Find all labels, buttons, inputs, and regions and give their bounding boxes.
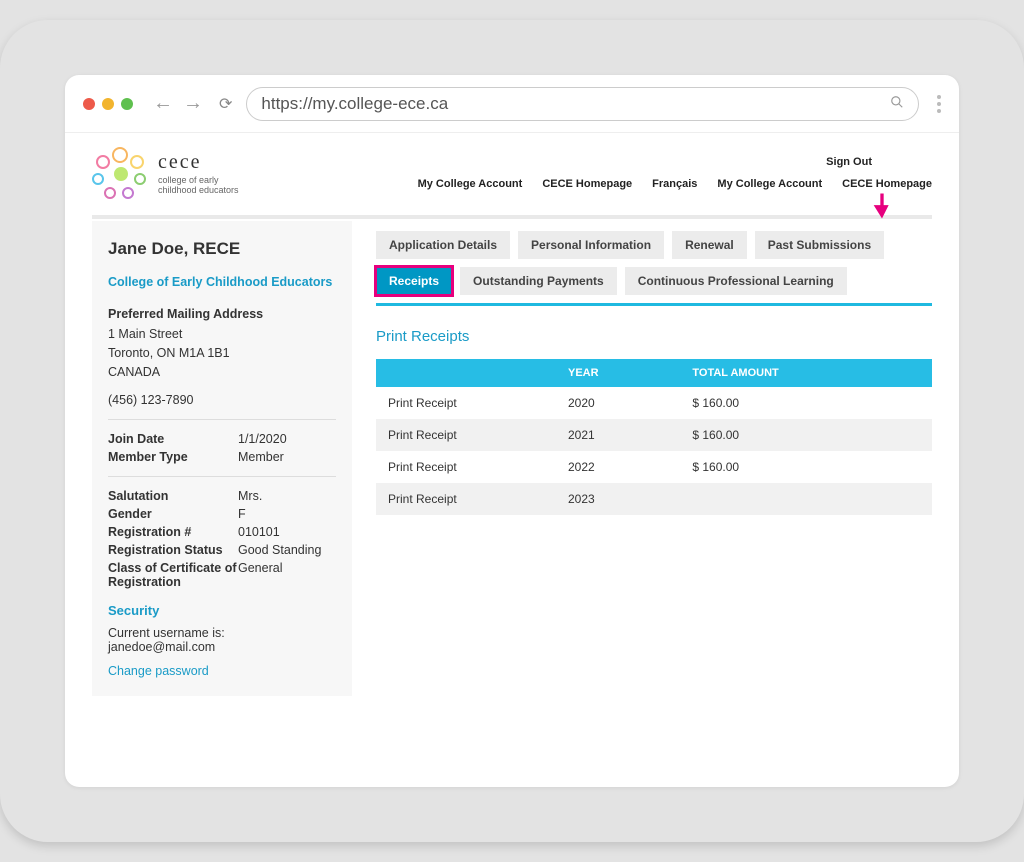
browser-toolbar: ← → ⟳ https://my.college-ece.ca <box>65 75 959 133</box>
content-row: Jane Doe, RECE College of Early Childhoo… <box>92 221 932 696</box>
table-row: Print Receipt2021$ 160.00 <box>376 419 932 451</box>
receipt-amount: $ 160.00 <box>680 419 932 451</box>
window-controls <box>83 98 133 110</box>
logo[interactable]: cece college of early childhood educator… <box>92 145 248 201</box>
member-type-value: Member <box>238 450 336 464</box>
top-navigation: Sign Out My College Account CECE Homepage… <box>266 156 932 190</box>
security-heading[interactable]: Security <box>108 603 336 618</box>
receipts-table: YEAR TOTAL AMOUNT Print Receipt2020$ 160… <box>376 359 932 515</box>
member-type-label: Member Type <box>108 450 238 464</box>
url-text: https://my.college-ece.ca <box>261 94 448 114</box>
minimize-window-icon[interactable] <box>102 98 114 110</box>
browser-window: ← → ⟳ https://my.college-ece.ca <box>65 75 959 787</box>
address-line1: 1 Main Street <box>108 325 336 344</box>
print-receipt-link[interactable]: Print Receipt <box>376 483 556 515</box>
section-title: Print Receipts <box>376 328 932 345</box>
table-row: Print Receipt2022$ 160.00 <box>376 451 932 483</box>
receipt-amount: $ 160.00 <box>680 387 932 419</box>
join-date-label: Join Date <box>108 432 238 446</box>
member-name: Jane Doe, RECE <box>108 239 336 259</box>
tab-past-submissions[interactable]: Past Submissions <box>755 231 884 259</box>
print-receipt-link[interactable]: Print Receipt <box>376 387 556 419</box>
back-button[interactable]: ← <box>151 92 175 115</box>
regnum-value: 010101 <box>238 525 336 539</box>
page-viewport: cece college of early childhood educator… <box>65 133 959 787</box>
address-block: 1 Main Street Toronto, ON M1A 1B1 CANADA <box>108 325 336 381</box>
username-label: Current username is: <box>108 626 336 640</box>
topnav-link[interactable]: My College Account <box>717 178 822 190</box>
regstatus-label: Registration Status <box>108 543 238 557</box>
receipt-year: 2021 <box>556 419 680 451</box>
phone-number: (456) 123-7890 <box>108 393 336 407</box>
address-country: CANADA <box>108 363 336 382</box>
topnav-link[interactable]: CECE Homepage <box>842 178 932 190</box>
salutation-label: Salutation <box>108 489 238 503</box>
gender-label: Gender <box>108 507 238 521</box>
tab-continuous-professional-learning[interactable]: Continuous Professional Learning <box>625 267 847 295</box>
receipt-year: 2020 <box>556 387 680 419</box>
logo-text: cece college of early childhood educator… <box>158 151 248 196</box>
salutation-value: Mrs. <box>238 489 336 503</box>
username-value: janedoe@mail.com <box>108 640 336 654</box>
table-row: Print Receipt2023 <box>376 483 932 515</box>
member-sidebar: Jane Doe, RECE College of Early Childhoo… <box>92 221 352 696</box>
close-window-icon[interactable] <box>83 98 95 110</box>
device-frame: ← → ⟳ https://my.college-ece.ca <box>0 20 1024 842</box>
highlight-arrow-icon <box>872 193 892 226</box>
class-label: Class of Certificate of Registration <box>108 561 238 589</box>
receipt-year: 2022 <box>556 451 680 483</box>
logo-icon <box>92 145 148 201</box>
tab-renewal[interactable]: Renewal <box>672 231 747 259</box>
regnum-label: Registration # <box>108 525 238 539</box>
sign-out-link[interactable]: Sign Out <box>266 156 872 168</box>
topnav-link[interactable]: Français <box>652 178 697 190</box>
org-link[interactable]: College of Early Childhood Educators <box>108 275 336 289</box>
print-receipt-link[interactable]: Print Receipt <box>376 451 556 483</box>
change-password-link[interactable]: Change password <box>108 664 336 678</box>
receipt-year: 2023 <box>556 483 680 515</box>
address-line2: Toronto, ON M1A 1B1 <box>108 344 336 363</box>
topnav-link[interactable]: CECE Homepage <box>542 178 632 190</box>
brand-name: cece <box>158 151 248 174</box>
maximize-window-icon[interactable] <box>121 98 133 110</box>
col-empty <box>376 359 556 387</box>
join-date-value: 1/1/2020 <box>238 432 336 446</box>
class-value: General <box>238 561 336 589</box>
table-row: Print Receipt2020$ 160.00 <box>376 387 932 419</box>
tab-outstanding-payments[interactable]: Outstanding Payments <box>460 267 617 295</box>
address-heading: Preferred Mailing Address <box>108 307 336 321</box>
tab-receipts[interactable]: Receipts <box>376 267 452 295</box>
header-divider <box>92 215 932 219</box>
brand-subtitle: college of early childhood educators <box>158 176 248 196</box>
topnav-link[interactable]: My College Account <box>418 178 523 190</box>
browser-menu-icon[interactable] <box>937 95 941 113</box>
col-total: TOTAL AMOUNT <box>680 359 932 387</box>
nav-arrows: ← → <box>151 92 205 115</box>
search-icon <box>890 95 904 112</box>
receipt-amount: $ 160.00 <box>680 451 932 483</box>
regstatus-value: Good Standing <box>238 543 336 557</box>
main-panel: Application Details Personal Information R… <box>352 221 932 696</box>
col-year: YEAR <box>556 359 680 387</box>
receipt-amount <box>680 483 932 515</box>
tab-application-details[interactable]: Application Details <box>376 231 510 259</box>
reload-button[interactable]: ⟳ <box>219 94 232 114</box>
address-bar[interactable]: https://my.college-ece.ca <box>246 87 919 121</box>
tabs-row: Application Details Personal Information R… <box>376 231 932 306</box>
tab-personal-information[interactable]: Personal Information <box>518 231 664 259</box>
forward-button[interactable]: → <box>181 92 205 115</box>
site-header: cece college of early childhood educator… <box>92 133 932 207</box>
print-receipt-link[interactable]: Print Receipt <box>376 419 556 451</box>
gender-value: F <box>238 507 336 521</box>
